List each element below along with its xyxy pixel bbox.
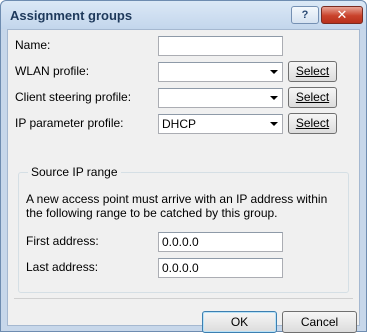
dialog-title: Assignment groups xyxy=(10,8,133,23)
close-button[interactable]: ✕ xyxy=(321,6,363,24)
source-ip-group-title: Source IP range xyxy=(28,165,121,179)
chevron-down-icon xyxy=(270,96,278,100)
steering-select-button[interactable]: Select xyxy=(288,87,337,108)
client-steering-label: Client steering profile: xyxy=(15,90,132,104)
wlan-select-label: Select xyxy=(295,64,330,78)
name-input[interactable] xyxy=(158,36,283,56)
ip-parameter-label: IP parameter profile: xyxy=(15,116,124,130)
steering-select-label: Select xyxy=(295,90,330,104)
source-ip-description: A new access point must arrive with an I… xyxy=(26,192,328,220)
ok-button[interactable]: OK xyxy=(202,311,277,333)
chevron-down-icon xyxy=(270,70,278,74)
first-address-input[interactable]: 0.0.0.0 xyxy=(158,232,283,252)
footer-separator xyxy=(14,298,353,299)
dialog-body: Name: WLAN profile: Select Client steeri… xyxy=(7,29,360,333)
cancel-button[interactable]: Cancel xyxy=(282,311,357,333)
ip-parameter-dropdown[interactable]: DHCP xyxy=(158,114,283,134)
ip-parameter-value: DHCP xyxy=(162,117,197,131)
help-button[interactable]: ? xyxy=(291,6,319,24)
wlan-profile-dropdown[interactable] xyxy=(158,62,283,82)
ip-select-button[interactable]: Select xyxy=(288,113,337,134)
chevron-down-icon xyxy=(270,122,278,126)
last-address-input[interactable]: 0.0.0.0 xyxy=(158,258,283,278)
title-bar[interactable]: Assignment groups ? ✕ xyxy=(1,1,366,29)
close-icon: ✕ xyxy=(336,7,348,22)
wlan-profile-label: WLAN profile: xyxy=(15,64,90,78)
last-address-label: Last address: xyxy=(26,260,99,274)
dialog-window: Assignment groups ? ✕ Name: WLAN profile… xyxy=(0,0,367,333)
ip-select-label: Select xyxy=(295,116,330,130)
first-address-label: First address: xyxy=(26,234,99,248)
wlan-select-button[interactable]: Select xyxy=(288,61,337,82)
name-label: Name: xyxy=(15,38,51,52)
client-steering-dropdown[interactable] xyxy=(158,88,283,108)
